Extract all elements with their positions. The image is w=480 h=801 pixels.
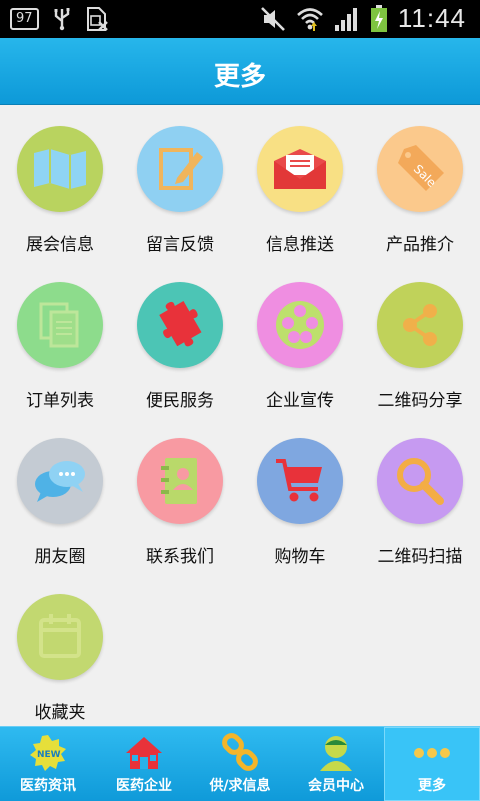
- tab-medical-news[interactable]: NEW 医药资讯: [0, 727, 96, 801]
- more-dots-icon: [412, 733, 452, 773]
- grid-item-feedback[interactable]: 留言反馈: [120, 104, 240, 260]
- tab-medical-companies[interactable]: 医药企业: [96, 727, 192, 801]
- grid-item-label: 信息推送: [266, 235, 334, 255]
- grid-item-convenience-service[interactable]: 便民服务: [120, 260, 240, 416]
- member-icon: [316, 733, 356, 773]
- grid-item-contact-us[interactable]: 联系我们: [120, 416, 240, 572]
- grid-item-label: 便民服务: [146, 391, 214, 411]
- sale-tag-icon: Sale: [377, 126, 463, 212]
- usb-icon: [54, 8, 70, 31]
- notification-count-icon: 97: [10, 8, 39, 30]
- grid-item-label: 联系我们: [146, 547, 214, 567]
- tab-label: 更多: [418, 778, 446, 794]
- svg-text:NEW: NEW: [37, 750, 61, 760]
- tab-label: 供/求信息: [209, 778, 271, 794]
- contact-book-icon: [137, 438, 223, 524]
- clock: 11:44: [397, 3, 466, 33]
- grid-item-shopping-cart[interactable]: 购物车: [240, 416, 360, 572]
- grid-item-label: 购物车: [274, 547, 326, 567]
- grid-item-label: 二维码分享: [377, 391, 463, 411]
- tab-label: 会员中心: [308, 778, 364, 794]
- tab-label: 医药企业: [116, 778, 172, 794]
- grid-item-push-info[interactable]: 信息推送: [240, 104, 360, 260]
- grid-item-label: 产品推介: [386, 235, 454, 255]
- signal-icon: [334, 7, 357, 31]
- grid-item-order-list[interactable]: 订单列表: [0, 260, 120, 416]
- shopping-cart-icon: [257, 438, 343, 524]
- chain-link-icon: [220, 733, 260, 773]
- grid-item-company-promo[interactable]: 企业宣传: [240, 260, 360, 416]
- wifi-icon: [296, 7, 323, 31]
- tab-member-center[interactable]: 会员中心: [288, 727, 384, 801]
- chat-bubbles-icon: [17, 438, 103, 524]
- title-bar: 更多: [0, 38, 480, 105]
- status-bar: 97 11:44: [0, 0, 480, 38]
- documents-icon: [17, 282, 103, 368]
- grid-item-moments[interactable]: 朋友圈: [0, 416, 120, 572]
- grid-item-label: 展会信息: [26, 235, 94, 255]
- page-title: 更多: [213, 62, 266, 92]
- house-icon: [124, 733, 164, 773]
- bottom-tab-bar: NEW 医药资讯 医药企业 供/求信息 会员中心 更多: [0, 726, 480, 801]
- map-icon: [17, 126, 103, 212]
- new-badge-icon: NEW: [28, 733, 68, 773]
- grid-item-label: 企业宣传: [266, 391, 334, 411]
- grid-item-qr-scan[interactable]: 二维码扫描: [360, 416, 480, 572]
- grid-item-favorites[interactable]: 收藏夹: [0, 572, 120, 728]
- envelope-icon: [257, 126, 343, 212]
- grid-item-label: 二维码扫描: [377, 547, 463, 567]
- grid-item-product-promo[interactable]: Sale 产品推介: [360, 104, 480, 260]
- mute-icon: [260, 6, 285, 31]
- grid-item-label: 朋友圈: [34, 547, 86, 567]
- calendar-icon: [17, 594, 103, 680]
- tab-label: 医药资讯: [20, 778, 76, 794]
- pencil-icon: [137, 126, 223, 212]
- grid-item-label: 收藏夹: [34, 703, 86, 723]
- tab-more[interactable]: 更多: [384, 727, 480, 801]
- grid-item-qr-share[interactable]: 二维码分享: [360, 260, 480, 416]
- grid-item-label: 订单列表: [26, 391, 94, 411]
- sim-warning-icon: [86, 7, 108, 31]
- film-reel-icon: [257, 282, 343, 368]
- puzzle-icon: [137, 282, 223, 368]
- grid-item-exhibition-info[interactable]: 展会信息: [0, 104, 120, 260]
- grid-item-label: 留言反馈: [146, 235, 214, 255]
- battery-charging-icon: [370, 4, 387, 32]
- magnifier-icon: [377, 438, 463, 524]
- tab-supply-demand[interactable]: 供/求信息: [192, 727, 288, 801]
- share-icon: [377, 282, 463, 368]
